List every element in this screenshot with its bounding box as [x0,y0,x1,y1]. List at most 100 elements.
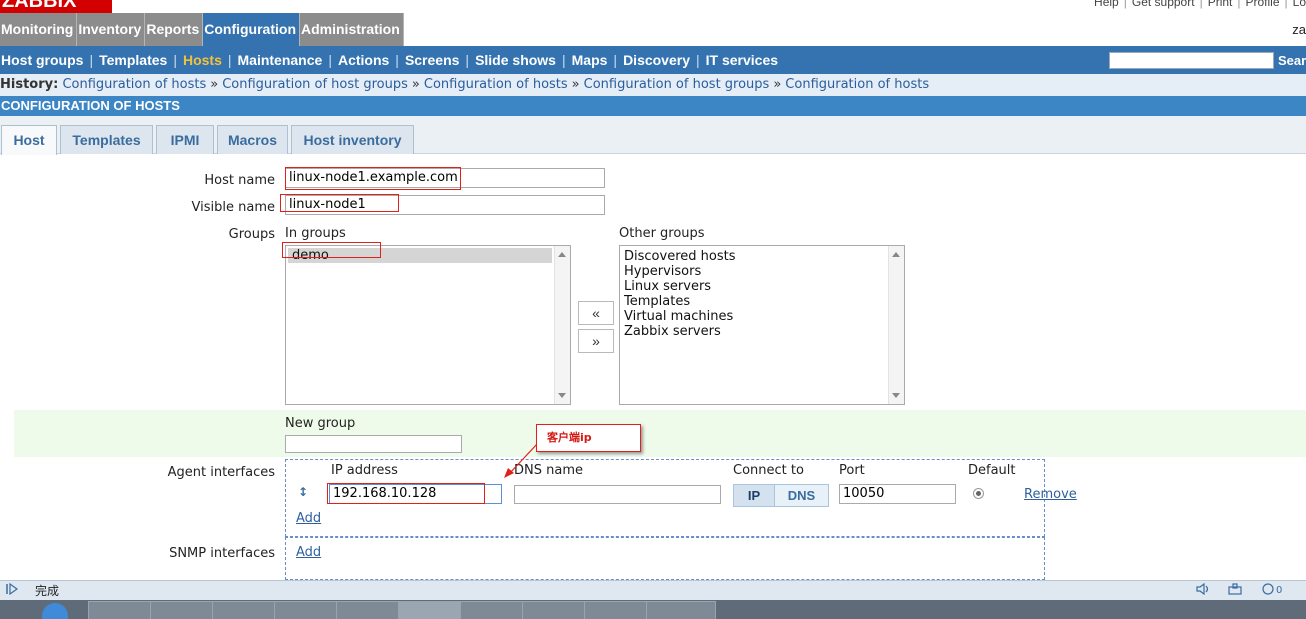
list-item[interactable]: Hypervisors [620,264,904,279]
add-snmp-interface-link[interactable]: Add [296,545,321,560]
submenu-hosts[interactable]: Hosts [182,52,223,68]
submenu-maintenance[interactable]: Maintenance [237,52,324,68]
submenu-it-services[interactable]: IT services [705,52,779,68]
profile-link[interactable]: Profile [1246,0,1280,9]
print-link[interactable]: Print [1208,0,1233,9]
submenu-screens[interactable]: Screens [404,52,460,68]
submenu-host-groups[interactable]: Host groups [0,52,84,68]
search-button[interactable]: Sear [1276,52,1306,69]
remove-link[interactable]: Remove [1024,487,1077,502]
tab-host[interactable]: Host [1,125,57,155]
menu-reports[interactable]: Reports [145,13,204,46]
status-bar [0,580,1306,600]
connect-dns-button[interactable]: DNS [774,484,829,507]
other-groups-list[interactable]: Discovered hosts Hypervisors Linux serve… [619,245,905,405]
scrollbar[interactable] [888,246,904,404]
submenu-maps[interactable]: Maps [571,52,609,68]
tab-macros[interactable]: Macros [217,125,288,154]
col-default: Default [968,463,1016,478]
list-item[interactable]: Virtual machines [620,309,904,324]
zabbix-logo[interactable]: ZABBIX [0,0,112,13]
in-groups-label: In groups [285,226,346,241]
port-input[interactable]: 10050 [839,484,956,504]
speaker-icon[interactable] [1196,582,1210,596]
list-item[interactable]: Linux servers [620,279,904,294]
extension-icon[interactable] [1228,583,1242,595]
history-item[interactable]: Configuration of hosts [785,77,929,92]
col-connect-to: Connect to [733,463,804,478]
taskbar-app-icon[interactable] [212,601,282,619]
tab-ipmi[interactable]: IPMI [156,125,214,154]
status-text: 完成 [35,584,60,598]
history-item[interactable]: Configuration of host groups [222,77,408,92]
annotation-callout: 客户端ip [536,424,641,452]
page-title: CONFIGURATION OF HOSTS [0,96,1306,116]
other-groups-label: Other groups [619,226,705,241]
history-item[interactable]: Configuration of hosts [424,77,568,92]
taskbar-app-icon[interactable] [336,601,406,619]
taskbar-app-icon[interactable] [398,601,468,619]
taskbar-app-icon[interactable] [88,601,158,619]
history-breadcrumb: History: Configuration of hosts» Configur… [0,74,1306,96]
scrollbar[interactable] [554,246,570,404]
drag-handle-icon[interactable]: ↕ [298,485,308,499]
tabs-row: Host Templates IPMI Macros Host inventor… [0,116,1306,155]
port-value: 10050 [843,486,885,501]
col-ip-address: IP address [331,463,398,478]
scroll-up-icon[interactable] [558,252,566,257]
connect-ip-button[interactable]: IP [733,484,775,507]
scroll-down-icon[interactable] [558,393,566,398]
col-port: Port [839,463,865,478]
list-item[interactable]: Discovered hosts [620,249,904,264]
list-item[interactable]: Templates [620,294,904,309]
agent-interfaces-label: Agent interfaces [167,465,275,480]
submenu-slide-shows[interactable]: Slide shows [474,52,557,68]
logout-link[interactable]: Lo [1293,0,1306,9]
submenu-discovery[interactable]: Discovery [622,52,691,68]
default-radio[interactable] [973,488,984,499]
main-menu: Monitoring Inventory Reports Configurati… [0,13,404,46]
move-left-button[interactable]: « [578,301,614,325]
taskbar-app-icon[interactable] [584,601,654,619]
taskbar-app-icon[interactable] [646,601,716,619]
taskbar-app-icon[interactable] [522,601,592,619]
history-item[interactable]: Configuration of host groups [584,77,770,92]
submenu-actions[interactable]: Actions [337,52,390,68]
highlight-box [327,483,485,504]
groups-label: Groups [228,227,275,242]
help-link[interactable]: Help [1094,0,1119,9]
taskbar-app-icon[interactable] [150,601,220,619]
user-name: za [1292,22,1306,37]
get-support-link[interactable]: Get support [1132,0,1195,9]
top-links: Help | Get support | Print | Profile | Lo [1094,0,1306,9]
highlight-box [280,194,399,212]
submenu-templates[interactable]: Templates [98,52,168,68]
adblock-icon[interactable]: 0 [1262,583,1292,596]
move-right-button[interactable]: » [578,329,614,353]
history-item[interactable]: Configuration of hosts [62,77,206,92]
scroll-up-icon[interactable] [892,252,900,257]
sidebar-toggle-icon[interactable] [6,582,19,596]
taskbar-app-icon[interactable] [460,601,530,619]
menu-configuration[interactable]: Configuration [203,13,300,46]
in-groups-list[interactable]: demo [285,245,571,405]
dns-name-input[interactable] [514,485,721,504]
add-agent-interface-link[interactable]: Add [296,511,321,526]
tab-templates[interactable]: Templates [60,125,153,154]
new-group-row [14,410,1306,457]
search-input[interactable] [1109,52,1274,69]
scroll-down-icon[interactable] [892,393,900,398]
highlight-box [282,242,381,258]
menu-inventory[interactable]: Inventory [77,13,146,46]
new-group-input[interactable] [285,435,462,453]
history-label: History: [0,77,59,92]
list-item[interactable]: Zabbix servers [620,324,904,339]
taskbar-app-icon[interactable] [274,601,344,619]
tab-host-inventory[interactable]: Host inventory [291,125,414,154]
snmp-interfaces-box [285,537,1045,580]
visible-name-label: Visible name [191,200,275,215]
new-group-label: New group [285,416,356,431]
menu-administration[interactable]: Administration [300,13,404,46]
svg-text:0: 0 [1276,585,1282,595]
menu-monitoring[interactable]: Monitoring [0,13,78,46]
